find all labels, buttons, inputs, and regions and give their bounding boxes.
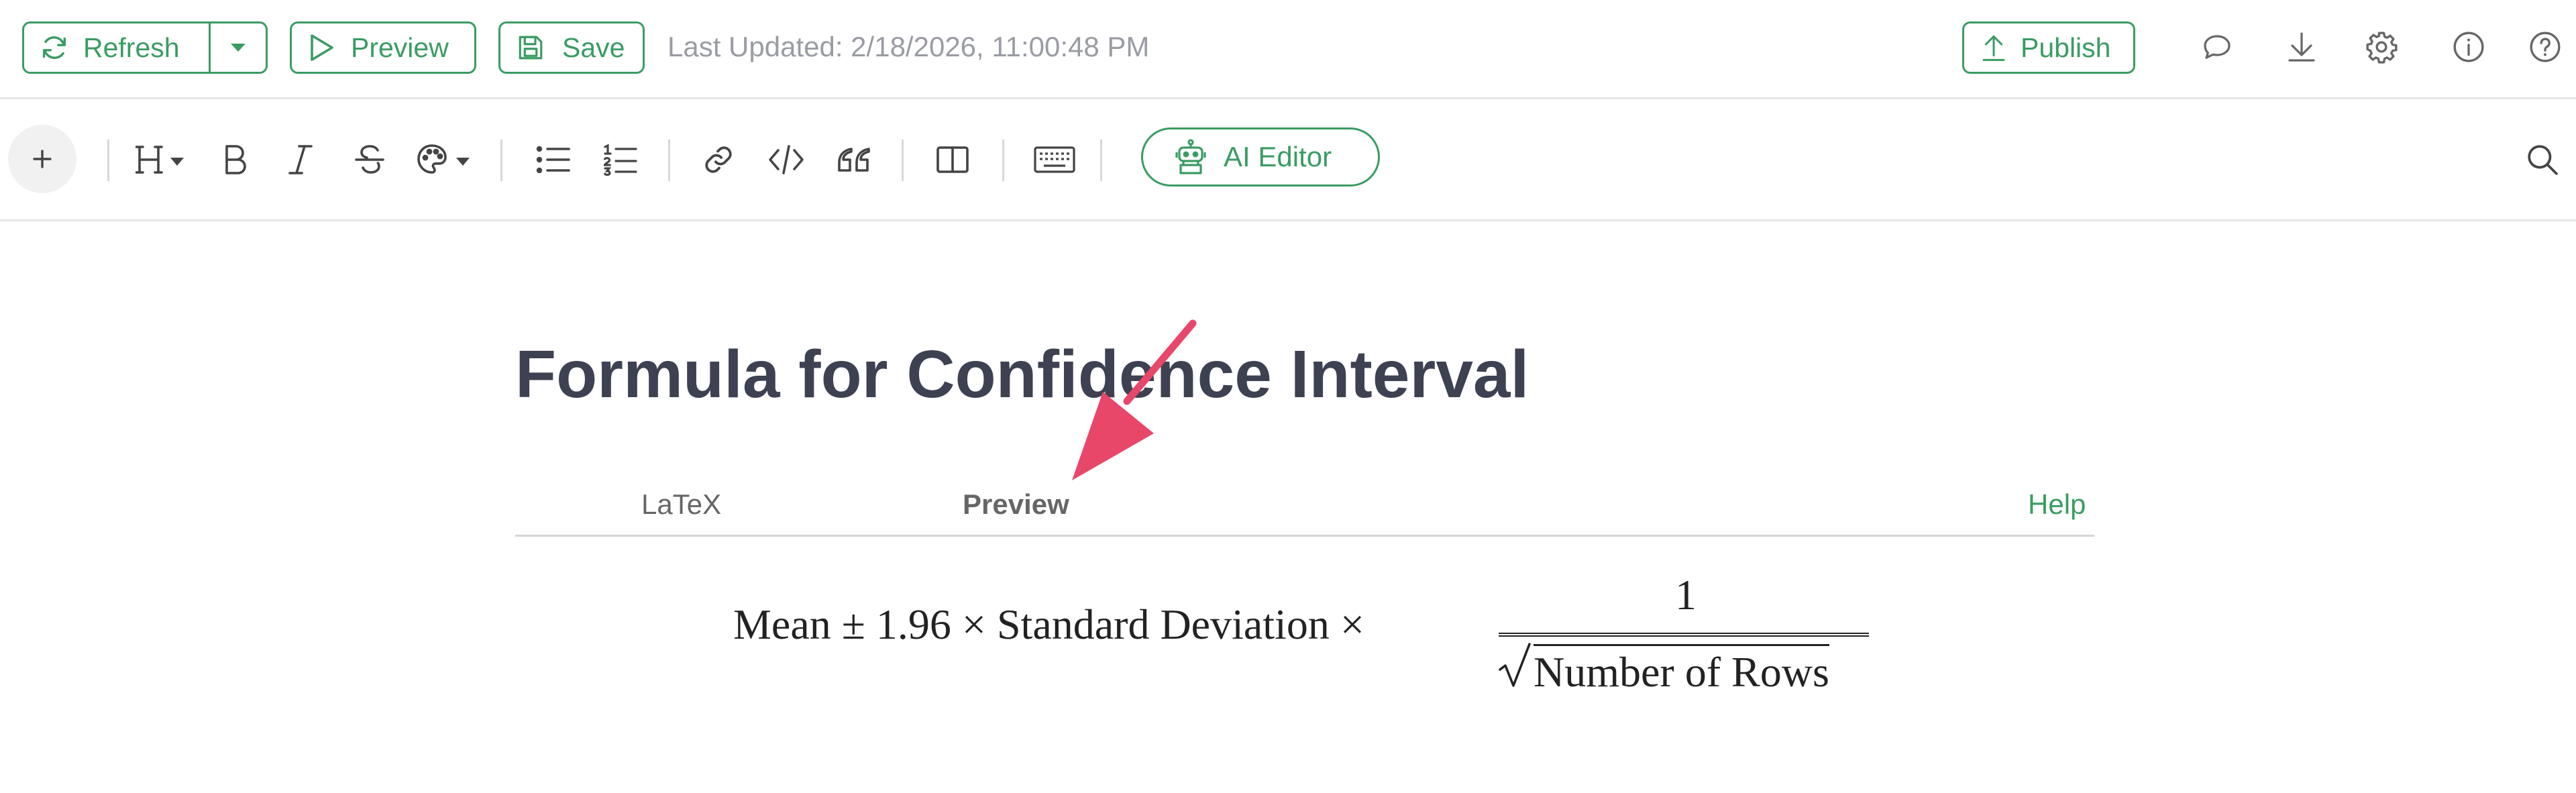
color-palette-button[interactable] [415,136,479,184]
info-icon[interactable] [2450,28,2487,66]
quote-button[interactable] [830,136,878,184]
refresh-button[interactable]: Refresh [24,23,211,72]
bullet-list-icon [536,146,570,174]
italic-icon [288,145,313,174]
add-block-button[interactable] [8,125,76,193]
refresh-button-group: Refresh [22,21,268,74]
robot-icon [1175,139,1206,174]
formula-numerator: 1 [1675,571,1697,619]
publish-button[interactable]: Publish [1962,21,2135,74]
refresh-dropdown-button[interactable] [211,23,266,72]
tab-preview[interactable]: Preview [963,488,1069,521]
square-root-sign [1499,643,1531,687]
tab-latex[interactable]: LaTeX [641,488,721,521]
bold-icon [225,145,246,174]
upload-icon [1982,35,2005,61]
strikethrough-icon [355,145,384,174]
quote-icon [838,148,870,172]
comment-icon[interactable] [2198,28,2236,66]
preview-button[interactable]: Preview [290,21,476,74]
heading-icon [136,146,184,174]
columns-icon [936,146,969,173]
code-button[interactable] [762,136,810,184]
search-icon [2528,145,2558,175]
save-button[interactable]: Save [498,21,645,74]
last-updated-text: Last Updated: 2/18/2026, 11:00:48 PM [667,31,1150,62]
toolbar-divider [1100,140,1102,181]
code-icon [769,145,804,174]
rendered-formula: Mean ± 1.96 × Standard Deviation × 1 Num… [731,570,1878,696]
ai-editor-button[interactable]: AI Editor [1141,127,1380,187]
toolbar-divider [668,140,670,181]
link-icon [705,146,732,173]
numbered-list-icon [603,144,637,176]
refresh-label: Refresh [83,32,180,63]
page-title: Formula for Confidence Interval [515,337,1529,412]
search-button[interactable] [2518,136,2567,184]
palette-icon [417,144,470,174]
top-bar: Refresh Preview Save Last Updated: 2/18/… [0,0,2576,99]
strikethrough-button[interactable] [345,136,394,184]
heading-button[interactable] [134,136,191,184]
help-link[interactable]: Help [2028,488,2086,521]
toolbar-divider [902,140,904,181]
columns-button[interactable] [928,136,977,184]
editor-toolbar: AI Editor [0,99,2576,221]
toolbar-divider [1002,140,1004,181]
fraction-bar [1499,633,1869,637]
caret-down-icon [231,44,246,52]
preview-label: Preview [351,32,449,63]
help-icon[interactable] [2526,28,2564,66]
save-icon [519,36,543,60]
italic-button[interactable] [276,136,325,184]
add-icon [33,150,52,168]
keyboard-shortcuts-button[interactable] [1028,136,1081,184]
toolbar-divider [107,140,109,181]
play-icon [311,34,333,61]
ai-editor-label: AI Editor [1224,141,1332,172]
keyboard-icon [1034,146,1075,173]
formula-denominator: Number of Rows [1534,644,1829,697]
numbered-list-button[interactable] [596,136,644,184]
toolbar-divider [500,140,502,181]
download-icon[interactable] [2283,28,2320,66]
link-button[interactable] [694,136,743,184]
refresh-icon [42,36,66,59]
bullet-list-button[interactable] [529,136,577,184]
formula-expression: Mean ± 1.96 × Standard Deviation × [733,600,1364,648]
save-label: Save [562,32,625,63]
bold-button[interactable] [211,136,259,184]
publish-label: Publish [2021,32,2111,63]
gear-icon[interactable] [2363,28,2400,66]
tab-divider [515,535,2094,537]
